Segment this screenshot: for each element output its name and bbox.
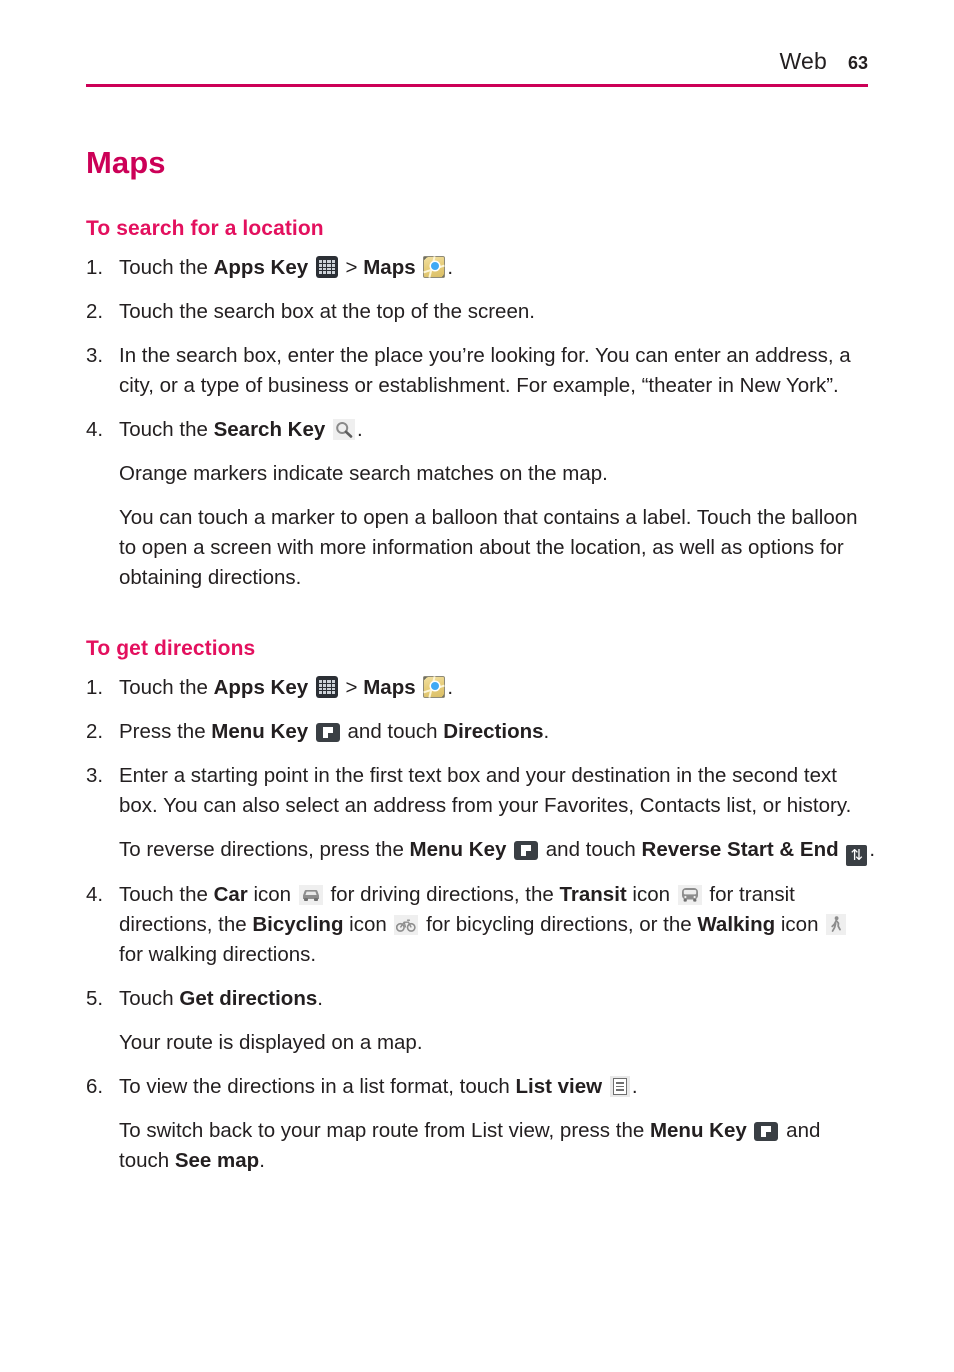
emphasis-text: Search Key <box>213 418 326 441</box>
list-item-number: 4. <box>86 883 104 906</box>
emphasis-text: Walking <box>697 913 776 936</box>
list-item-number: 2. <box>86 720 104 743</box>
list-item-number: 4. <box>86 418 104 441</box>
emphasis-text: Bicycling <box>252 913 344 936</box>
steps-list-search: 1. Touch the Apps Key > Maps . 2. Touch the… <box>86 253 876 445</box>
note-marker-balloon: You can touch a marker to open a balloon… <box>119 506 858 589</box>
list-item-number: 6. <box>86 1075 104 1098</box>
emphasis-text: Apps Key <box>213 256 309 279</box>
list-item: 1. Touch the Apps Key > Maps . <box>86 253 876 283</box>
page-title: Maps <box>86 145 166 180</box>
list-item-text: Press the Menu Key and touch Directions. <box>119 720 550 743</box>
maps-app-icon <box>423 676 446 698</box>
emphasis-text: Get directions <box>179 987 318 1010</box>
header-divider <box>86 84 868 87</box>
apps-key-icon <box>315 256 338 278</box>
note-route-displayed: Your route is displayed on a map. <box>119 1031 423 1054</box>
list-item-number: 3. <box>86 344 104 367</box>
list-item-text: Touch the search box at the top of the s… <box>119 300 535 323</box>
list-item-text: In the search box, enter the place you’r… <box>119 344 851 397</box>
list-item-text: Touch the Car icon for driving direction… <box>119 883 848 966</box>
list-item: 3. Enter a starting point in the first te… <box>86 761 876 821</box>
list-item-text: Touch the Apps Key > Maps . <box>119 256 454 279</box>
list-item: 5. Touch Get directions. <box>86 984 876 1014</box>
emphasis-text: Maps <box>363 676 416 699</box>
search-key-icon <box>332 419 355 440</box>
list-item: 1. Touch the Apps Key > Maps . <box>86 673 876 703</box>
list-item-number: 2. <box>86 300 104 323</box>
list-item-number: 1. <box>86 256 104 279</box>
menu-key-icon <box>754 1122 779 1141</box>
emphasis-text: Menu Key <box>409 838 507 861</box>
emphasis-text: See map <box>174 1149 260 1172</box>
list-item-number: 1. <box>86 676 104 699</box>
emphasis-text: Menu Key <box>649 1119 747 1142</box>
list-view-icon <box>609 1076 630 1097</box>
subheading-to-search-for-a-location: To search for a location <box>86 217 324 240</box>
header-title: Web <box>779 48 827 74</box>
page-header: Web 63 <box>86 48 868 75</box>
car-icon <box>298 885 323 905</box>
list-item: 2. Touch the search box at the top of the… <box>86 297 876 327</box>
note-orange-markers: Orange markers indicate search matches o… <box>119 462 608 485</box>
menu-key-icon <box>514 841 539 860</box>
emphasis-text: Reverse Start & End <box>641 838 839 861</box>
list-item-text: Touch the Apps Key > Maps . <box>119 676 454 699</box>
maps-app-icon <box>423 256 446 278</box>
subheading-to-get-directions: To get directions <box>86 637 256 660</box>
list-item: 3. In the search box, enter the place you… <box>86 341 876 401</box>
menu-key-icon <box>315 723 340 742</box>
walking-icon <box>826 914 847 935</box>
emphasis-text: Transit <box>559 883 627 906</box>
emphasis-text: List view <box>515 1075 603 1098</box>
note-see-map: To switch back to your map route from Li… <box>119 1119 821 1172</box>
list-item: 6. To view the directions in a list forma… <box>86 1072 876 1102</box>
note-reverse-directions: To reverse directions, press the Menu Ke… <box>119 838 876 866</box>
list-item-text: Touch Get directions. <box>119 987 323 1010</box>
steps-list-directions: 1. Touch the Apps Key > Maps . 2. Press the… <box>86 673 876 1176</box>
emphasis-text: Maps <box>363 256 416 279</box>
list-item-number: 5. <box>86 987 104 1010</box>
apps-key-icon <box>315 676 338 698</box>
page: Web 63 Maps To search for a location 1. T… <box>0 0 954 1372</box>
list-item-text: Touch the Search Key . <box>119 418 363 441</box>
emphasis-text: Menu Key <box>211 720 309 743</box>
page-number: 63 <box>847 53 868 73</box>
emphasis-text: Apps Key <box>213 676 309 699</box>
page-content: Maps To search for a location 1. Touch th… <box>86 145 876 1190</box>
list-item: 2. Press the Menu Key and touch Direction… <box>86 717 876 747</box>
list-item-text: To view the directions in a list format,… <box>119 1075 638 1098</box>
bicycling-icon <box>394 915 419 935</box>
list-item-number: 3. <box>86 764 104 787</box>
list-item-text: Enter a starting point in the first text… <box>119 764 852 817</box>
emphasis-text: Car <box>213 883 248 906</box>
list-item: 4. Touch the Search Key . <box>86 415 876 445</box>
reverse-start-end-icon: ⇅ <box>846 845 868 866</box>
emphasis-text: Directions <box>443 720 544 743</box>
transit-icon <box>677 885 702 905</box>
list-item: 4. Touch the Car icon for driving directi… <box>86 880 876 970</box>
